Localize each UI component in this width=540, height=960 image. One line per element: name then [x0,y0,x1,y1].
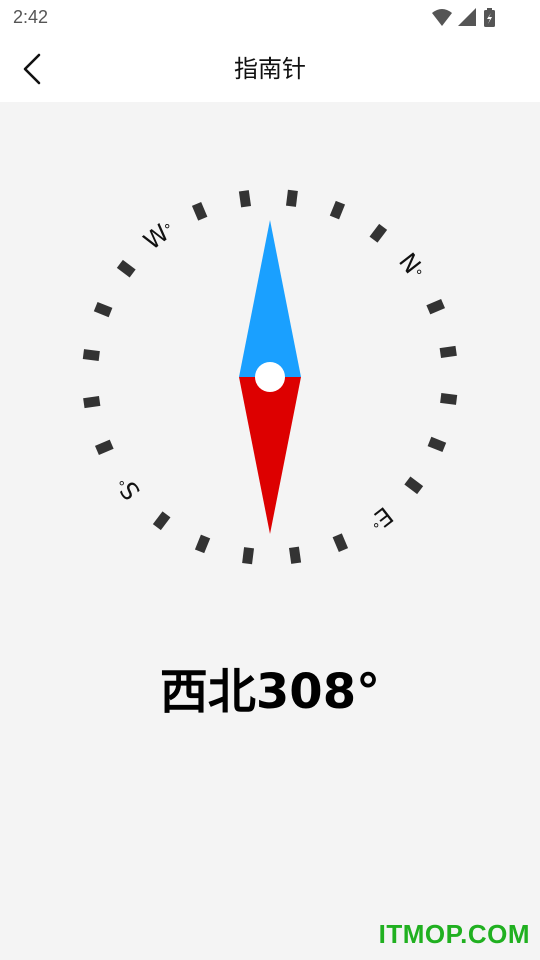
status-bar: 2:42 [0,0,540,36]
dial-tick [94,439,114,456]
dial-tick [93,301,113,318]
heading-readout: 西北308° [159,664,381,720]
app-bar: 指南针 [0,36,540,102]
chevron-left-icon [23,53,41,85]
cardinal-label-east: E° [363,501,398,537]
cardinal-label-west: W° [138,215,179,256]
compass-needle [239,220,301,534]
dial-tick [426,298,446,315]
dial-tick [404,476,424,495]
dial-tick [285,189,298,207]
cardinal-label-south: S° [110,470,146,505]
compass-svg: N° E° S° W° [82,189,458,565]
dial-tick [440,392,458,405]
needle-pivot [255,362,285,392]
dial-tick [288,546,302,564]
dial-tick [82,349,100,362]
needle-north [239,220,301,377]
dial-tick [427,436,447,453]
dial-tick [329,200,346,220]
compass-dial: N° E° S° W° [60,166,480,586]
watermark-logo: ITMOP.COM [378,919,530,949]
dial-tick [191,201,208,221]
dial-tick [83,395,101,409]
dial-tick [152,511,171,531]
dial-tick [194,534,211,554]
dial-tick [238,190,252,208]
back-button[interactable] [14,49,54,89]
status-time: 2:42 [13,7,49,27]
cardinal-label-north: N° [393,248,430,285]
battery-charging-icon [484,8,495,27]
dial-tick [242,547,255,565]
dial-tick [369,223,388,243]
cell-signal-icon [458,8,476,26]
needle-south [239,377,301,534]
wifi-icon [432,9,452,26]
dial-tick [439,345,457,359]
status-icons [430,8,500,28]
dial-tick [332,533,349,553]
dial-tick [116,259,136,278]
page-title: 指南针 [234,55,306,83]
